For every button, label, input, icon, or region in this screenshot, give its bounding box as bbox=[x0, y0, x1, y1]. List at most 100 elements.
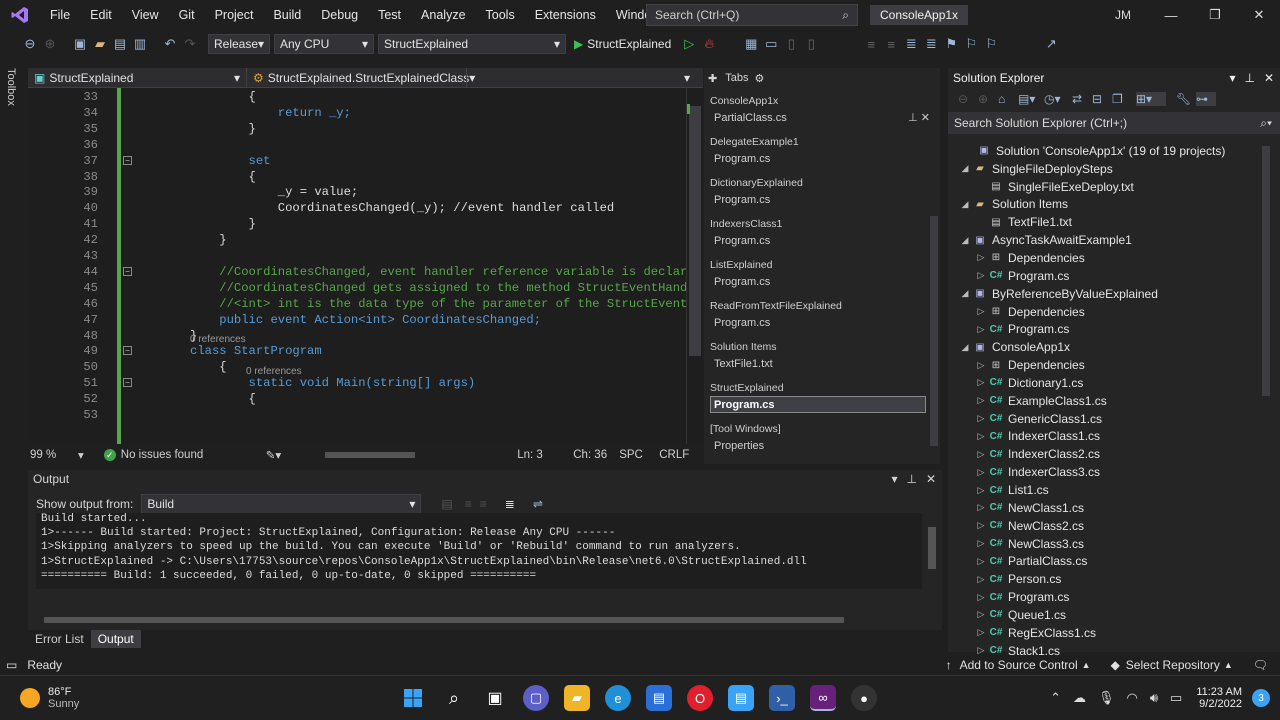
zoom-level[interactable]: 99 % bbox=[30, 449, 78, 461]
open-tab-item[interactable]: TextFile1.txt bbox=[704, 355, 940, 372]
save-icon[interactable]: ▤ bbox=[110, 36, 130, 52]
tree-item[interactable]: ▤ SingleFileExeDeploy.txt bbox=[974, 178, 1134, 196]
member-nav-combo[interactable]: ▾ bbox=[466, 67, 696, 88]
tree-item[interactable]: ▷ C# IndexerClass2.cs bbox=[974, 445, 1101, 463]
tree-item[interactable]: ▷ C# Program.cs bbox=[974, 588, 1070, 606]
edge-browser-icon[interactable]: e bbox=[605, 685, 631, 711]
open-tab-item[interactable]: Program.cs bbox=[710, 396, 926, 413]
file-explorer-icon[interactable]: ▰ bbox=[564, 685, 590, 711]
tree-item[interactable]: ▷ C# ExampleClass1.cs bbox=[974, 392, 1107, 410]
open-tab-item[interactable]: Program.cs bbox=[704, 191, 940, 208]
scrollbar-thumb[interactable] bbox=[325, 452, 416, 458]
code-line[interactable]: 44 //CoordinatesChanged, event handler r… bbox=[28, 265, 686, 281]
tree-item[interactable]: ▷ C# RegExClass1.cs bbox=[974, 624, 1097, 642]
chevron-down-icon[interactable]: ▾ bbox=[78, 448, 84, 462]
maximize-icon[interactable]: ❐ bbox=[1192, 0, 1238, 30]
code-line[interactable]: 50 { bbox=[28, 360, 686, 376]
new-project-icon[interactable]: ▣ bbox=[70, 36, 90, 52]
references-codelens[interactable]: 0 references bbox=[190, 334, 246, 345]
line-ending-indicator[interactable]: CRLF bbox=[659, 449, 689, 461]
notification-count-badge[interactable]: 3 bbox=[1252, 689, 1270, 707]
output-window-icon[interactable]: ▭ bbox=[6, 658, 17, 672]
pin-icon[interactable]: ⊥ bbox=[1244, 71, 1254, 85]
solution-name-badge[interactable]: ConsoleApp1x bbox=[870, 5, 969, 25]
collapsed-arrow-icon[interactable]: ▷ bbox=[974, 592, 988, 603]
open-tab-item[interactable]: Program.cs bbox=[704, 232, 940, 249]
code-line[interactable]: 52 { bbox=[28, 392, 686, 408]
tab-output[interactable]: Output bbox=[90, 630, 141, 648]
add-to-source-control[interactable]: ↑ Add to Source Control ▲ bbox=[946, 658, 1091, 672]
prev-bookmark-icon[interactable]: ⚐ bbox=[981, 36, 1001, 52]
visual-studio-taskbar-icon[interactable]: ∞ bbox=[810, 685, 836, 711]
tree-item[interactable]: ▷ C# NewClass2.cs bbox=[974, 517, 1085, 535]
tree-item[interactable]: ▷ C# PartialClass.cs bbox=[974, 553, 1088, 571]
weather-widget[interactable]: 86°F Sunny bbox=[20, 686, 140, 710]
back-icon[interactable]: ⊖ bbox=[958, 92, 978, 106]
collapsed-arrow-icon[interactable]: ▷ bbox=[974, 556, 988, 567]
open-tab-item[interactable]: Program.cs bbox=[704, 150, 940, 167]
code-cleanup-icon[interactable]: ✎▾ bbox=[266, 448, 281, 462]
code-line[interactable]: 33 { bbox=[28, 90, 686, 106]
code-line[interactable]: 46 //<int> int is the data type of the p… bbox=[28, 297, 686, 313]
tree-item[interactable]: ▷ C# NewClass3.cs bbox=[974, 535, 1085, 553]
menu-extensions[interactable]: Extensions bbox=[525, 8, 606, 22]
collapsed-arrow-icon[interactable]: ▷ bbox=[974, 502, 988, 513]
tree-item[interactable]: ◢ ▣ ConsoleApp1x bbox=[958, 338, 1071, 356]
collapsed-arrow-icon[interactable]: ▷ bbox=[974, 324, 988, 335]
home-icon[interactable]: ⌂ bbox=[998, 92, 1018, 106]
collapsed-arrow-icon[interactable]: ▷ bbox=[974, 467, 988, 478]
output-source-select[interactable]: Build ▾ bbox=[141, 494, 422, 514]
volume-icon[interactable]: 🔊︎ bbox=[1150, 690, 1158, 706]
collapsed-arrow-icon[interactable]: ▷ bbox=[974, 270, 988, 281]
tree-item[interactable]: ▷ C# List1.cs bbox=[974, 481, 1049, 499]
save-all-icon[interactable]: ▥ bbox=[130, 36, 150, 52]
start-without-debugging-icon[interactable]: ▷ bbox=[679, 36, 699, 52]
pin-icon[interactable]: ⊥ bbox=[906, 472, 916, 486]
onedrive-icon[interactable]: ☁ bbox=[1073, 690, 1086, 706]
split-icon[interactable]: ✚ bbox=[708, 72, 717, 85]
menu-view[interactable]: View bbox=[122, 8, 169, 22]
run-button[interactable]: ▶ StructExplained bbox=[574, 37, 671, 51]
obs-recording-icon[interactable]: ● bbox=[851, 685, 877, 711]
close-panel-icon[interactable]: ✕ bbox=[1264, 71, 1274, 85]
tree-item[interactable]: ▷ C# NewClass1.cs bbox=[974, 499, 1085, 517]
expanded-arrow-icon[interactable]: ◢ bbox=[958, 235, 972, 246]
code-line[interactable]: 48} bbox=[28, 329, 686, 345]
code-line[interactable]: 53 bbox=[28, 408, 686, 424]
bookmark-icon[interactable]: ▯ bbox=[781, 36, 801, 52]
collapsed-arrow-icon[interactable]: ▷ bbox=[974, 449, 988, 460]
user-avatar[interactable]: JM bbox=[1110, 5, 1136, 25]
toolbox-strip[interactable]: Toolbox bbox=[0, 60, 24, 656]
gear-icon[interactable]: ⚙ bbox=[754, 72, 764, 85]
comment-lines-icon[interactable]: ≣ bbox=[901, 36, 921, 52]
collapse-toggle-icon[interactable]: − bbox=[123, 346, 132, 356]
open-tab-item[interactable]: Properties bbox=[704, 437, 940, 454]
code-line[interactable]: 49 class StartProgram − bbox=[28, 344, 686, 360]
search-box[interactable]: Search (Ctrl+Q) ⌕ bbox=[646, 4, 858, 26]
pin-close-icons[interactable]: ⊥ ✕ bbox=[908, 111, 930, 124]
platform-select[interactable]: Any CPU ▾ bbox=[274, 34, 374, 54]
tree-item[interactable]: ▷ C# Queue1.cs bbox=[974, 606, 1067, 624]
comment-icon[interactable]: ▯ bbox=[801, 36, 821, 52]
scrollbar-thumb[interactable] bbox=[44, 617, 844, 623]
tab-error-list[interactable]: Error List bbox=[28, 632, 91, 646]
back-icon[interactable]: ⊖ bbox=[20, 36, 40, 52]
toggle-bookmark-icon[interactable]: ⚑ bbox=[941, 36, 961, 52]
references-codelens[interactable]: 0 references bbox=[246, 366, 302, 377]
code-line[interactable]: 40 CoordinatesChanged(_y); //event handl… bbox=[28, 201, 686, 217]
tree-item[interactable]: ◢ ▣ ByReferenceByValueExplained bbox=[958, 285, 1158, 303]
prev-message-icon[interactable]: ≡ bbox=[465, 497, 472, 511]
code-editor[interactable]: 33 {34 return _y; 35 } 36 37 set −38 {39 _y … bbox=[28, 88, 686, 444]
tree-item[interactable]: ▷ ⊞ Dependencies bbox=[974, 303, 1085, 321]
select-repository[interactable]: ◆ Select Repository ▲ bbox=[1111, 658, 1233, 672]
tree-item[interactable]: ▤ TextFile1.txt bbox=[974, 213, 1072, 231]
filter-icon[interactable]: ⊞▾ bbox=[1136, 92, 1166, 106]
solution-explorer-toolbar-icon[interactable]: ▦ bbox=[741, 36, 761, 52]
tree-item[interactable]: ▣ Solution 'ConsoleApp1x' (19 of 19 proje… bbox=[962, 142, 1225, 160]
preview-icon[interactable]: ⊶ bbox=[1196, 92, 1216, 106]
startup-project-select[interactable]: StructExplained ▾ bbox=[378, 34, 566, 54]
code-line[interactable]: 34 return _y; bbox=[28, 106, 686, 122]
wifi-icon[interactable]: ◠ bbox=[1126, 690, 1137, 706]
outdent-icon[interactable]: ≡ bbox=[861, 37, 881, 52]
ch-indicator[interactable]: Ch: 36 bbox=[573, 449, 619, 461]
